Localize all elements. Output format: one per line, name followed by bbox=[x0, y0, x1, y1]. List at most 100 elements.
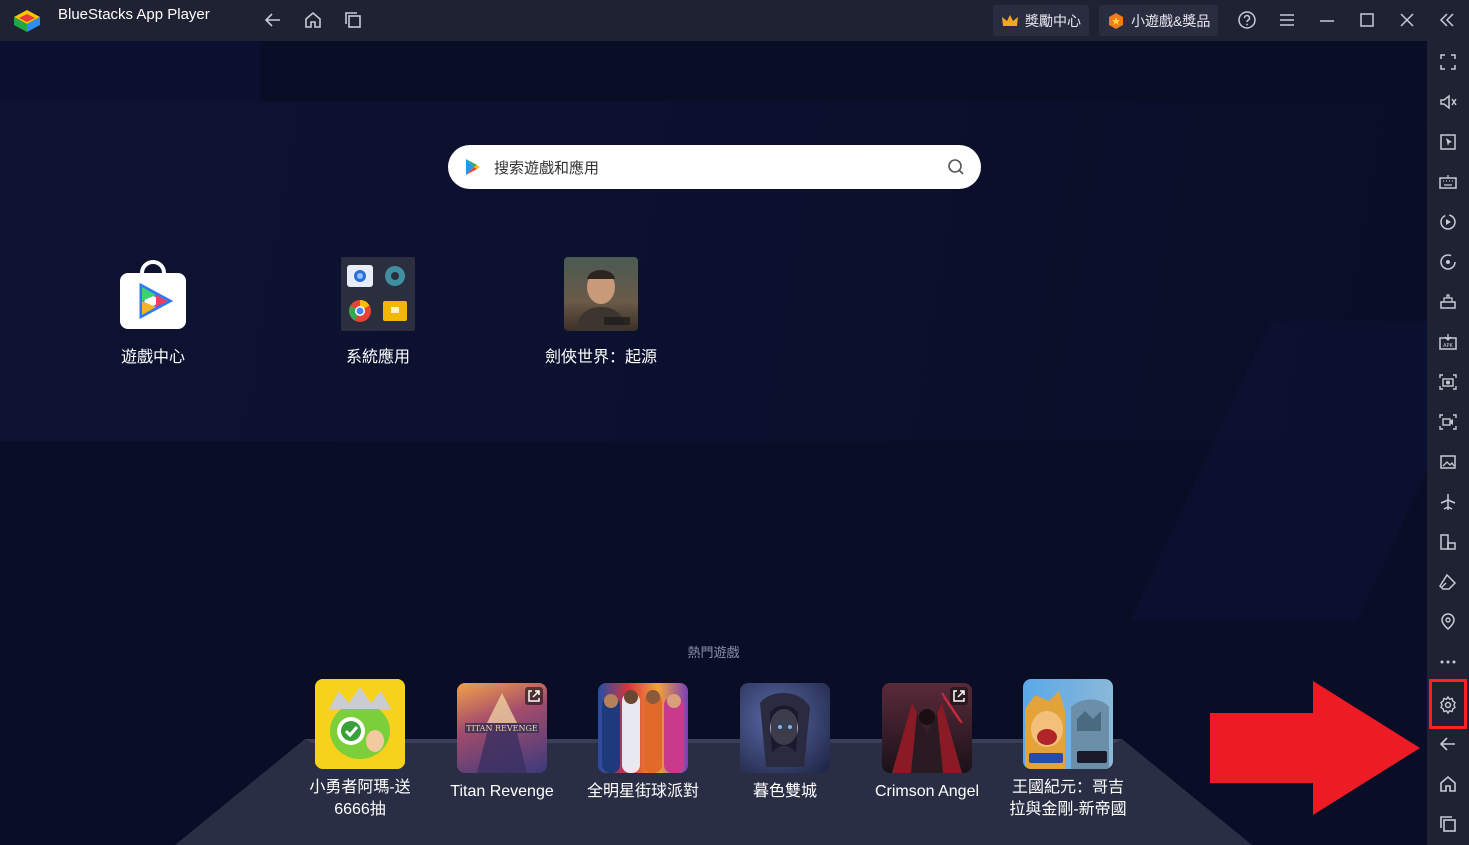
game-titan-revenge[interactable]: TITAN REVENGE Titan Revenge bbox=[442, 683, 562, 803]
keyboard-icon bbox=[1439, 175, 1457, 189]
back-button[interactable] bbox=[261, 8, 285, 32]
recent-apps-button[interactable] bbox=[341, 8, 365, 32]
game-label: Crimson Angel bbox=[874, 783, 980, 800]
help-icon bbox=[1238, 11, 1256, 29]
little-brave-icon bbox=[315, 679, 405, 769]
minigames-button[interactable]: 小遊戲&獎品 bbox=[1099, 5, 1219, 36]
pointer-button[interactable] bbox=[1436, 130, 1460, 154]
minimize-icon bbox=[1320, 20, 1334, 22]
location-button[interactable] bbox=[1436, 610, 1460, 634]
multi-instance-button[interactable] bbox=[1436, 290, 1460, 314]
search-bar[interactable] bbox=[448, 145, 981, 189]
game-twilight-twin-cities[interactable]: 暮色雙城 bbox=[725, 683, 845, 803]
svg-text:APK: APK bbox=[1443, 343, 1453, 349]
game-label: 全明星街球派對 bbox=[586, 783, 699, 800]
camera-icon bbox=[1439, 374, 1457, 390]
settings-highlight-box bbox=[1429, 679, 1467, 729]
app-label: 劍俠世界：起源 bbox=[544, 349, 657, 366]
more-options-button[interactable] bbox=[1436, 650, 1460, 674]
recent-apps-icon bbox=[1440, 816, 1456, 832]
home-screen: 遊戲中心 系統應用 劍俠世界 bbox=[0, 41, 1427, 845]
image-folder-icon bbox=[1440, 455, 1456, 469]
star-badge-icon bbox=[1109, 12, 1123, 29]
game-lords-mobile-godzilla-kong[interactable]: 王國紀元：哥吉 拉與金剛-新帝國 bbox=[1008, 679, 1128, 821]
title-bar: BlueStacks App Player 獎勵中心 小遊戲&獎品 bbox=[0, 0, 1469, 41]
rotate-circle-icon bbox=[1440, 254, 1456, 270]
app-label: 系統應用 bbox=[345, 349, 410, 366]
arrow-left-icon bbox=[264, 13, 280, 27]
app-label: 遊戲中心 bbox=[120, 349, 185, 366]
bluestacks-window: BlueStacks App Player 獎勵中心 小遊戲&獎品 搜索遊戲和應… bbox=[0, 0, 1469, 845]
video-record-icon bbox=[1439, 414, 1457, 430]
search-input[interactable] bbox=[494, 158, 914, 178]
game-crimson-angel[interactable]: Crimson Angel bbox=[867, 683, 987, 803]
more-dots-icon bbox=[1440, 660, 1456, 664]
minimize-button[interactable] bbox=[1315, 8, 1339, 32]
macro-button[interactable] bbox=[1436, 210, 1460, 234]
allstar-streetball-icon bbox=[598, 683, 688, 773]
keyboard-controls-button[interactable] bbox=[1436, 170, 1460, 194]
fullscreen-button[interactable] bbox=[1436, 50, 1460, 74]
android-back-button[interactable] bbox=[1436, 732, 1460, 756]
play-store-icon bbox=[466, 159, 480, 175]
volume-button[interactable] bbox=[1436, 90, 1460, 114]
app-jianxia-world[interactable]: 劍俠世界：起源 bbox=[526, 257, 676, 367]
annotation-arrow-icon bbox=[1210, 681, 1420, 815]
maximize-button[interactable] bbox=[1355, 8, 1379, 32]
record-button[interactable] bbox=[1436, 410, 1460, 434]
game-label: 王國紀元：哥吉 拉與金剛-新帝國 bbox=[1009, 779, 1127, 818]
android-home-button[interactable] bbox=[1436, 772, 1460, 796]
volume-mute-icon bbox=[1440, 94, 1457, 110]
cursor-box-icon bbox=[1440, 134, 1456, 150]
game-allstar-streetball[interactable]: 全明星街球派對 bbox=[583, 683, 703, 803]
screenshot-button[interactable] bbox=[1436, 370, 1460, 394]
titan-revenge-icon: TITAN REVENGE bbox=[457, 683, 547, 773]
bluestacks-logo-icon bbox=[14, 10, 40, 32]
arrow-left-icon bbox=[1439, 737, 1455, 751]
collapse-sidebar-button[interactable] bbox=[1435, 8, 1459, 32]
minigames-label: 小遊戲&獎品 bbox=[1131, 12, 1211, 29]
close-button[interactable] bbox=[1395, 8, 1419, 32]
double-chevron-left-icon bbox=[1439, 13, 1454, 27]
rewards-center-button[interactable]: 獎勵中心 bbox=[993, 5, 1089, 36]
game-label: 暮色雙城 bbox=[752, 783, 817, 800]
airplane-mode-button[interactable] bbox=[1436, 490, 1460, 514]
external-link-icon bbox=[525, 687, 543, 705]
close-icon bbox=[1400, 13, 1414, 27]
recent-apps-icon bbox=[345, 12, 361, 28]
game-little-brave[interactable]: 小勇者阿瑪-送 6666抽 bbox=[300, 679, 420, 821]
search-icon[interactable] bbox=[946, 157, 966, 177]
sync-button[interactable] bbox=[1436, 250, 1460, 274]
media-manager-button[interactable] bbox=[1436, 450, 1460, 474]
install-apk-button[interactable]: APK bbox=[1436, 330, 1460, 354]
home-button[interactable] bbox=[301, 8, 325, 32]
crimson-angel-icon bbox=[882, 683, 972, 773]
apk-icon: APK bbox=[1439, 334, 1457, 350]
eco-mode-button[interactable] bbox=[1436, 570, 1460, 594]
popular-games-heading: 熱門遊戲 bbox=[687, 645, 740, 660]
jianxia-world-icon bbox=[564, 257, 638, 331]
twilight-twin-cities-icon bbox=[740, 683, 830, 773]
home-icon bbox=[1440, 775, 1456, 792]
external-link-icon bbox=[950, 687, 968, 705]
app-system-apps[interactable]: 系統應用 bbox=[303, 257, 453, 367]
crown-icon bbox=[1002, 14, 1018, 26]
play-circle-icon bbox=[1440, 214, 1456, 230]
hamburger-menu-icon bbox=[1280, 14, 1294, 26]
lords-mobile-godzilla-kong-icon bbox=[1023, 679, 1113, 769]
location-pin-icon bbox=[1441, 613, 1455, 630]
fullscreen-icon bbox=[1440, 54, 1456, 70]
game-center-icon bbox=[116, 257, 190, 331]
help-button[interactable] bbox=[1235, 8, 1259, 32]
game-label: 小勇者阿瑪-送 6666抽 bbox=[309, 779, 411, 818]
background-shape bbox=[0, 41, 260, 101]
erase-shape-icon bbox=[1439, 573, 1457, 590]
window-title: BlueStacks App Player bbox=[58, 6, 210, 23]
rotate-device-icon bbox=[1440, 534, 1456, 550]
rotate-screen-button[interactable] bbox=[1436, 530, 1460, 554]
app-game-center[interactable]: 遊戲中心 bbox=[78, 257, 228, 367]
home-icon bbox=[305, 11, 321, 28]
menu-button[interactable] bbox=[1275, 8, 1299, 32]
android-recents-button[interactable] bbox=[1436, 812, 1460, 836]
rewards-center-label: 獎勵中心 bbox=[1025, 12, 1081, 29]
